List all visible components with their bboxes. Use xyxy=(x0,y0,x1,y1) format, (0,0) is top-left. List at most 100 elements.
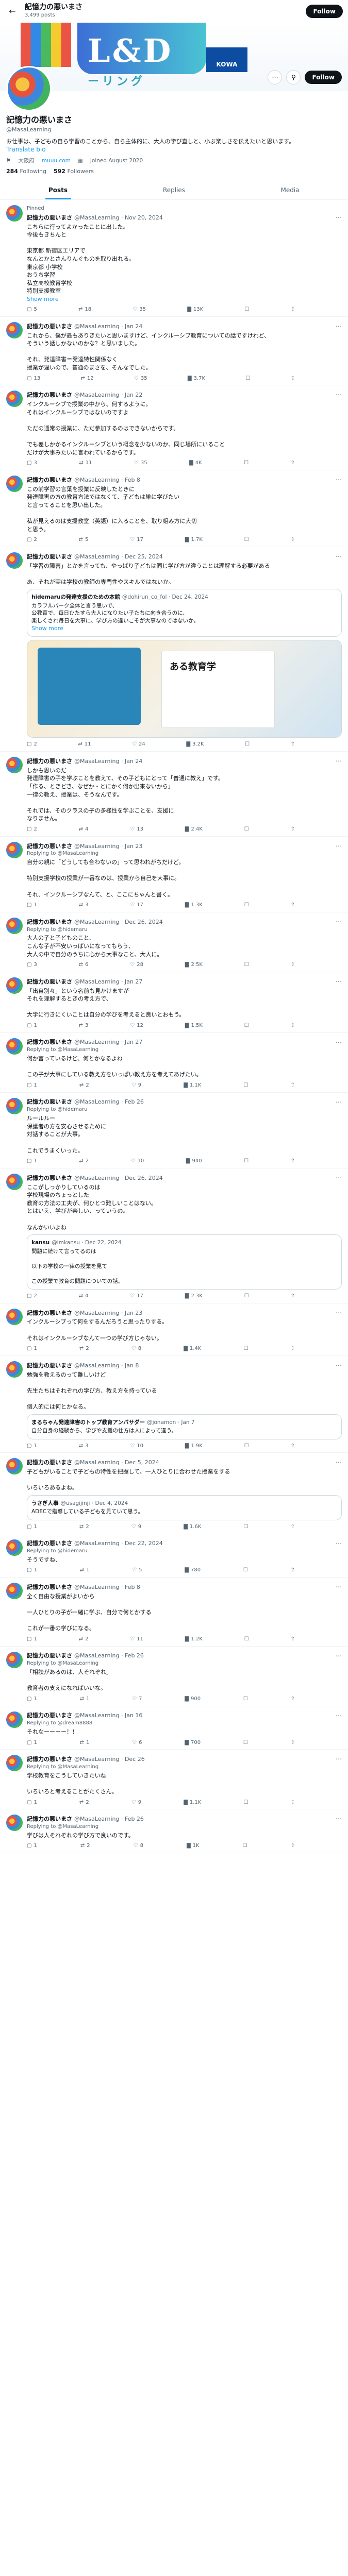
post-more-icon[interactable]: ⋯ xyxy=(336,1309,342,1317)
like-button[interactable]: ♡ 10 xyxy=(131,1158,144,1165)
share-icon[interactable]: ⇧ xyxy=(291,375,295,382)
reply-button[interactable]: ▢ 5 xyxy=(27,306,37,313)
post-avatar[interactable] xyxy=(6,552,23,569)
bookmark-icon[interactable]: ☐ xyxy=(244,1636,249,1643)
post-more-icon[interactable]: ⋯ xyxy=(336,1583,342,1591)
reply-button[interactable]: ▢ 1 xyxy=(27,902,37,909)
following-link[interactable]: 284 Following xyxy=(6,167,46,175)
views-button[interactable]: ▇ 1K xyxy=(187,1842,200,1850)
post-more-icon[interactable]: ⋯ xyxy=(336,1174,342,1182)
post-avatar[interactable] xyxy=(6,1458,23,1475)
like-button[interactable]: ♡ 6 xyxy=(132,1739,142,1747)
like-button[interactable]: ♡ 8 xyxy=(131,1345,141,1352)
post-item[interactable]: 記憶力の悪いまさ @MasaLearning · Feb 26 ⋯ Replying … xyxy=(0,1647,348,1706)
reply-button[interactable]: ▢ 1 xyxy=(27,1636,37,1643)
post-author-name[interactable]: 記憶力の悪いまさ xyxy=(27,842,72,850)
replying-to[interactable]: Replying to @MasaLearning xyxy=(27,1046,342,1054)
like-button[interactable]: ♡ 17 xyxy=(130,1293,143,1300)
replying-to[interactable]: Replying to @dream8888 xyxy=(27,1720,342,1727)
reply-button[interactable]: ▢ 1 xyxy=(27,1842,37,1850)
views-button[interactable]: ▇ 900 xyxy=(185,1696,201,1703)
reply-button[interactable]: ▢ 1 xyxy=(27,1345,37,1352)
repost-button[interactable]: ⇄ 2 xyxy=(79,1523,89,1531)
post-avatar[interactable] xyxy=(6,1583,23,1600)
reply-button[interactable]: ▢ 1 xyxy=(27,1022,37,1029)
post-author-name[interactable]: 記憶力の悪いまさ xyxy=(27,1539,72,1547)
post-author-name[interactable]: 記憶力の悪いまさ xyxy=(27,1362,72,1369)
views-button[interactable]: ▇ 1.9K xyxy=(185,1443,203,1450)
bookmark-icon[interactable]: ☐ xyxy=(244,1443,249,1450)
bookmark-icon[interactable]: ☐ xyxy=(244,961,249,969)
share-icon[interactable]: ⇧ xyxy=(291,1739,295,1747)
followers-link[interactable]: 592 Followers xyxy=(54,167,94,175)
post-item[interactable]: 記憶力の悪いまさ @MasaLearning · Feb 26 ⋯ Replying … xyxy=(0,1809,348,1854)
repost-button[interactable]: ⇄ 1 xyxy=(80,1739,90,1747)
post-avatar[interactable] xyxy=(6,1038,23,1055)
post-item[interactable]: 記憶力の悪いまさ @MasaLearning · Dec 26, 2024 ⋯ ここが… xyxy=(0,1168,348,1303)
reply-button[interactable]: ▢ 2 xyxy=(27,741,37,748)
post-author-name[interactable]: 記憶力の悪いまさ xyxy=(27,391,72,399)
post-item[interactable]: 記憶力の悪いまさ @MasaLearning · Feb 8 ⋯ この前学習の言葉を授… xyxy=(0,470,348,547)
reply-button[interactable]: ▢ 1 xyxy=(27,1082,37,1089)
reply-button[interactable]: ▢ 3 xyxy=(27,460,37,467)
post-more-icon[interactable]: ⋯ xyxy=(336,1361,342,1370)
reply-button[interactable]: ▢ 2 xyxy=(27,826,37,833)
repost-button[interactable]: ⇄ 11 xyxy=(79,460,92,467)
repost-button[interactable]: ⇄ 2 xyxy=(79,1799,89,1806)
repost-button[interactable]: ⇄ 1 xyxy=(80,1696,90,1703)
like-button[interactable]: ♡ 13 xyxy=(130,826,143,833)
post-avatar[interactable] xyxy=(6,475,23,492)
like-button[interactable]: ♡ 35 xyxy=(134,460,147,467)
post-item[interactable]: 記憶力の悪いまさ @MasaLearning · Dec 22, 2024 ⋯ Rep… xyxy=(0,1534,348,1578)
post-more-icon[interactable]: ⋯ xyxy=(336,977,342,986)
post-more-icon[interactable]: ⋯ xyxy=(336,1755,342,1764)
replying-to[interactable]: Replying to @hidemaru xyxy=(27,1106,342,1113)
post-item[interactable]: 記憶力の悪いまさ @MasaLearning · Dec 5, 2024 ⋯ 子どもが… xyxy=(0,1453,348,1534)
bookmark-icon[interactable]: ☐ xyxy=(244,306,249,313)
post-author-name[interactable]: 記憶力の悪いまさ xyxy=(27,1652,72,1659)
share-icon[interactable]: ⇧ xyxy=(291,1082,295,1089)
post-item[interactable]: 記憶力の悪いまさ @MasaLearning · Jan 27 ⋯ Replying … xyxy=(0,1033,348,1093)
views-button[interactable]: ▇ 1.5K xyxy=(185,1022,203,1029)
post-avatar[interactable] xyxy=(6,1173,23,1190)
profile-follow-button[interactable]: Follow xyxy=(305,71,342,84)
bookmark-icon[interactable]: ☐ xyxy=(244,460,248,467)
post-author-name[interactable]: 記憶力の悪いまさ xyxy=(27,978,72,986)
repost-button[interactable]: ⇄ 6 xyxy=(79,961,89,969)
bookmark-icon[interactable]: ☐ xyxy=(243,1696,248,1703)
views-button[interactable]: ▇ 3.7K xyxy=(188,375,205,382)
post-avatar[interactable] xyxy=(6,1361,23,1378)
bookmark-icon[interactable]: ☐ xyxy=(243,1739,248,1747)
bookmark-icon[interactable]: ☐ xyxy=(243,1842,247,1850)
share-icon[interactable]: ⇧ xyxy=(291,902,295,909)
repost-button[interactable]: ⇄ 11 xyxy=(78,741,91,748)
share-icon[interactable]: ⇧ xyxy=(291,1158,295,1165)
quoted-post[interactable]: まるちゃん発達障害のトップ教育アンバサダー @jonamon · Jan 7 自分自… xyxy=(27,1414,342,1439)
reply-button[interactable]: ▢ 1 xyxy=(27,1443,37,1450)
post-avatar[interactable] xyxy=(6,1539,23,1556)
repost-button[interactable]: ⇄ 2 xyxy=(80,1842,90,1850)
like-button[interactable]: ♡ 35 xyxy=(134,375,147,382)
reply-button[interactable]: ▢ 1 xyxy=(27,1696,37,1703)
profile-link[interactable]: muuu.com xyxy=(42,157,71,164)
bookmark-icon[interactable]: ☐ xyxy=(243,1799,248,1806)
repost-button[interactable]: ⇄ 3 xyxy=(79,1022,89,1029)
post-item[interactable]: Pinned 記憶力の悪いまさ @MasaLearning · Nov 20, 20… xyxy=(0,200,348,317)
post-item[interactable]: 記憶力の悪いまさ @MasaLearning · Jan 24 ⋯ これから、僕が最も… xyxy=(0,317,348,386)
post-author-name[interactable]: 記憶力の悪いまさ xyxy=(27,757,72,765)
more-options-icon[interactable]: ⋯ xyxy=(268,70,283,84)
search-icon[interactable]: ⚲ xyxy=(286,70,301,84)
share-icon[interactable]: ⇧ xyxy=(291,1443,295,1450)
post-more-icon[interactable]: ⋯ xyxy=(336,322,342,331)
views-button[interactable]: ▇ 780 xyxy=(185,1567,201,1574)
post-author-name[interactable]: 記憶力の悪いまさ xyxy=(27,918,72,926)
top-follow-button[interactable]: Follow xyxy=(306,5,343,18)
post-avatar[interactable] xyxy=(6,321,23,338)
like-button[interactable]: ♡ 9 xyxy=(131,1082,141,1089)
post-item[interactable]: 記憶力の悪いまさ @MasaLearning · Jan 24 ⋯ しかも思いのだ 発… xyxy=(0,752,348,837)
like-button[interactable]: ♡ 9 xyxy=(131,1799,141,1806)
views-button[interactable]: ▇ 13K xyxy=(187,306,203,313)
post-author-name[interactable]: 記憶力の悪いまさ xyxy=(27,1038,72,1046)
repost-button[interactable]: ⇄ 2 xyxy=(79,1158,89,1165)
like-button[interactable]: ♡ 17 xyxy=(130,902,143,909)
